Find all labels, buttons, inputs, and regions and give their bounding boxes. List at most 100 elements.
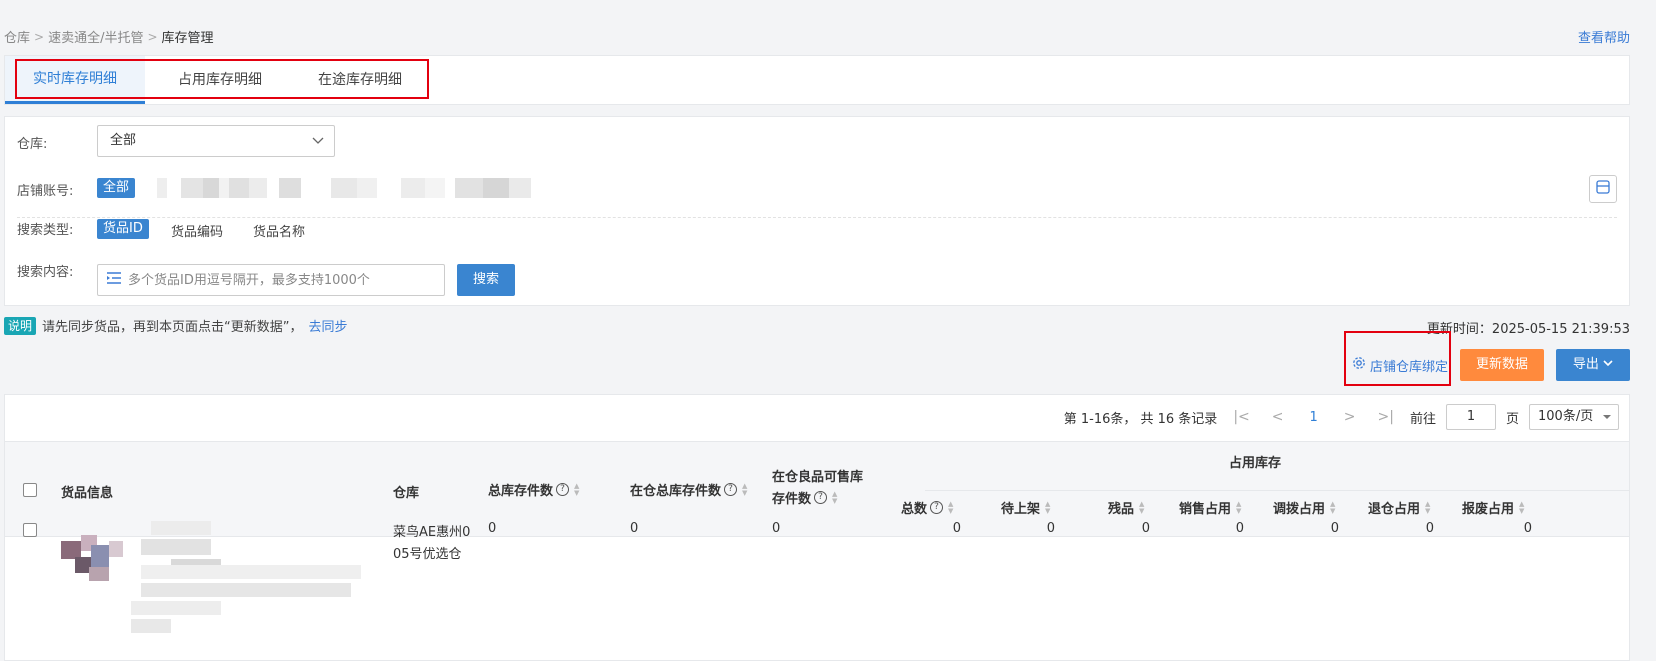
col-defective[interactable]: 残品 ▲ ▼ [1108, 498, 1144, 517]
note-text: 请先同步货品，再到本页面点击“更新数据”， [42, 320, 303, 335]
filter-panel: 仓库: 全部 店铺账号: 全部 搜索类型: 货品ID 货品编码 货品名称 搜索内… [4, 116, 1630, 306]
col-warehouse: 仓库 [393, 486, 420, 501]
pagination-summary: 第 1-16条， 共 16 条记录 [1063, 411, 1218, 427]
search-input-wrapper [97, 264, 445, 296]
col-product-info: 货品信息 [61, 486, 114, 501]
chevron-down-icon [1602, 405, 1612, 439]
search-input[interactable] [128, 272, 428, 288]
first-page-icon[interactable]: |< [1227, 409, 1255, 425]
question-icon[interactable]: ? [814, 491, 828, 504]
page-size-select[interactable]: 100条/页 [1529, 404, 1619, 430]
tab-occupied-stock[interactable]: 占用库存明细 [155, 56, 285, 104]
search-type-product-code[interactable]: 货品编码 [171, 221, 223, 240]
col-return-occupied-label: 退仓占用 [1368, 502, 1421, 517]
col-total-stock[interactable]: 总库存件数 ? ▲ ▼ [488, 480, 579, 499]
chevron-down-icon [312, 126, 324, 168]
question-icon[interactable]: ? [930, 501, 944, 514]
refresh-data-button[interactable]: 更新数据 [1460, 349, 1544, 381]
search-type-product-name[interactable]: 货品名称 [253, 221, 305, 240]
col-defective-label: 残品 [1108, 502, 1135, 517]
sort-icon[interactable]: ▲ ▼ [1330, 500, 1335, 515]
cell-warehouse-line2: 05号优选仓 [393, 547, 462, 562]
col-sellable-line1: 在仓良品可售库 [772, 470, 864, 485]
col-occupied-total-label: 总数 [901, 502, 928, 517]
col-return-occupied[interactable]: 退仓占用 ▲ ▼ [1368, 498, 1430, 517]
breadcrumb-item-warehouse[interactable]: 仓库 [4, 27, 30, 46]
prev-page-icon[interactable]: < [1266, 409, 1290, 425]
tabs-bar: 实时库存明细 占用库存明细 在途库存明细 [4, 55, 1630, 105]
cell-sellable: 0 [772, 521, 781, 536]
cell-warehouse-line1: 菜鸟AE惠州0 [393, 525, 471, 540]
info-note: 说明 请先同步货品，再到本页面点击“更新数据”， 去同步 [4, 316, 348, 335]
col-sales-occupied-label: 销售占用 [1179, 502, 1232, 517]
last-page-icon[interactable]: >| [1372, 409, 1400, 425]
help-link[interactable]: 查看帮助 [1578, 27, 1630, 46]
gear-icon [1352, 356, 1366, 374]
sort-icon[interactable]: ▲ ▼ [742, 482, 747, 497]
cell-pending-shelf: 0 [1046, 521, 1055, 536]
col-pending-shelf-label: 待上架 [1001, 502, 1041, 517]
list-filter-icon [106, 271, 122, 289]
tab-in-transit-stock[interactable]: 在途库存明细 [295, 56, 425, 104]
sort-icon[interactable]: ▲ ▼ [574, 482, 579, 497]
breadcrumb-separator: > [34, 29, 45, 44]
shop-accounts-obscured [157, 178, 531, 198]
col-scrap-occupied[interactable]: 报废占用 ▲ ▼ [1462, 498, 1524, 517]
cell-defective: 0 [1141, 521, 1150, 536]
page-number[interactable]: 1 [1300, 410, 1328, 425]
breadcrumb-item-aliexpress[interactable]: 速卖通全/半托管 [48, 27, 143, 46]
col-sales-occupied[interactable]: 销售占用 ▲ ▼ [1179, 498, 1241, 517]
search-type-product-id[interactable]: 货品ID [97, 219, 149, 239]
shop-warehouse-bind-button[interactable]: 店铺仓库绑定 [1352, 349, 1448, 381]
col-total-stock-label: 总库存件数 [488, 484, 554, 499]
goto-page-input[interactable]: 1 [1445, 404, 1496, 430]
cell-scrap-occupied: 0 [1523, 521, 1532, 536]
search-type-label: 搜索类型: [17, 223, 74, 238]
sort-icon[interactable]: ▲ ▼ [832, 490, 837, 505]
sort-icon[interactable]: ▲ ▼ [1045, 500, 1050, 515]
breadcrumb: 仓库 > 速卖通全/半托管 > 库存管理 [4, 27, 214, 47]
col-in-warehouse-total[interactable]: 在仓总库存件数 ? ▲ ▼ [630, 480, 747, 499]
warehouse-select[interactable]: 全部 [97, 125, 335, 157]
col-transfer-occupied[interactable]: 调拨占用 ▲ ▼ [1273, 498, 1335, 517]
sort-icon[interactable]: ▲ ▼ [1139, 500, 1144, 515]
page-size-value: 100条/页 [1538, 409, 1594, 424]
pagination: 第 1-16条， 共 16 条记录 |< < 1 > >| 前往 1 页 100… [1064, 403, 1619, 431]
note-tag: 说明 [4, 316, 37, 335]
go-sync-link[interactable]: 去同步 [309, 316, 348, 335]
export-button[interactable]: 导出 [1556, 349, 1630, 381]
shop-option-all[interactable]: 全部 [97, 178, 136, 198]
group-divider [925, 490, 1629, 491]
sort-icon[interactable]: ▲ ▼ [1236, 500, 1241, 515]
page-unit-label: 页 [1505, 411, 1519, 427]
cell-occupied-total: 0 [952, 521, 961, 536]
shop-account-label: 店铺账号: [17, 184, 74, 199]
breadcrumb-item-current: 库存管理 [161, 31, 214, 46]
col-in-warehouse-total-label: 在仓总库存件数 [630, 484, 722, 499]
cell-transfer-occupied: 0 [1330, 521, 1339, 536]
shop-manage-button[interactable] [1589, 175, 1617, 203]
tab-realtime-stock[interactable]: 实时库存明细 [5, 56, 145, 104]
inventory-table: 第 1-16条， 共 16 条记录 |< < 1 > >| 前往 1 页 100… [4, 394, 1630, 661]
goto-label: 前往 [1409, 411, 1436, 427]
sort-icon[interactable]: ▲ ▼ [948, 500, 953, 515]
col-pending-shelf[interactable]: 待上架 ▲ ▼ [1001, 498, 1050, 517]
sort-icon[interactable]: ▲ ▼ [1425, 500, 1430, 515]
sort-icon[interactable]: ▲ ▼ [1519, 500, 1524, 515]
question-icon[interactable]: ? [724, 483, 738, 496]
col-sellable[interactable]: 存件数 ? ▲ ▼ [772, 488, 837, 507]
next-page-icon[interactable]: > [1338, 409, 1362, 425]
cell-total-stock: 0 [488, 521, 497, 536]
col-transfer-occupied-label: 调拨占用 [1273, 502, 1326, 517]
search-button[interactable]: 搜索 [457, 264, 515, 296]
update-time: 更新时间：2025-05-15 21:39:53 [1426, 322, 1630, 337]
row-checkbox[interactable] [23, 523, 37, 537]
question-icon[interactable]: ? [556, 483, 570, 496]
col-occupied-total[interactable]: 总数 ? ▲ ▼ [901, 498, 953, 517]
warehouse-select-value: 全部 [110, 133, 137, 148]
select-all-checkbox[interactable] [23, 483, 37, 497]
chevron-down-icon [1603, 357, 1613, 372]
col-group-occupied: 占用库存 [1229, 456, 1282, 471]
search-content-label: 搜索内容: [17, 265, 74, 280]
cell-in-warehouse-total: 0 [630, 521, 639, 536]
